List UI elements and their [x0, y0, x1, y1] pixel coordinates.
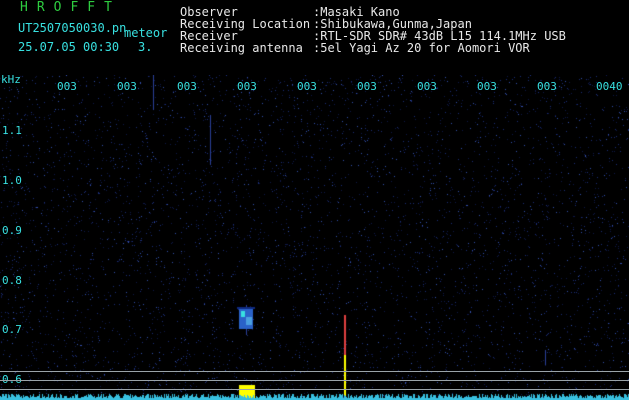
- filename-label: UT2507050030.pn: [18, 21, 127, 35]
- y-axis-unit: kHz: [1, 73, 21, 86]
- y-tick-1-1: 1.1: [2, 124, 22, 137]
- y-tick-0-9: 0.9: [2, 224, 22, 237]
- x-tick-1: 003: [57, 80, 77, 93]
- reference-line: [0, 389, 629, 390]
- x-tick-5: 003: [297, 80, 317, 93]
- x-tick-8: 003: [477, 80, 497, 93]
- y-tick-1-0: 1.0: [2, 174, 22, 187]
- y-tick-0-7: 0.7: [2, 323, 22, 336]
- antenna-value: :5el Yagi Az 20 for Aomori VOR: [313, 41, 530, 55]
- mode-label: meteor: [124, 26, 168, 40]
- reference-line: [0, 380, 629, 381]
- date-time-label: 25.07.05 00:30: [18, 40, 120, 54]
- x-tick-10: 0040: [596, 80, 623, 93]
- x-tick-4: 003: [237, 80, 257, 93]
- program-title: HROFFT: [20, 0, 121, 15]
- antenna-label: Receiving antenna: [180, 41, 303, 55]
- info-values: :Masaki Kano :Shibukawa,Gunma,Japan :RTL…: [313, 6, 566, 54]
- spectrogram-canvas: [0, 75, 629, 400]
- info-labels: Observer Receiving Location Receiver Rec…: [180, 6, 310, 54]
- x-tick-2: 003: [117, 80, 137, 93]
- reference-line: [0, 371, 629, 372]
- x-tick-7: 003: [417, 80, 437, 93]
- y-tick-0-8: 0.8: [2, 274, 22, 287]
- x-tick-6: 003: [357, 80, 377, 93]
- index-label: 3.: [138, 40, 153, 54]
- x-tick-9: 003: [537, 80, 557, 93]
- x-tick-3: 003: [177, 80, 197, 93]
